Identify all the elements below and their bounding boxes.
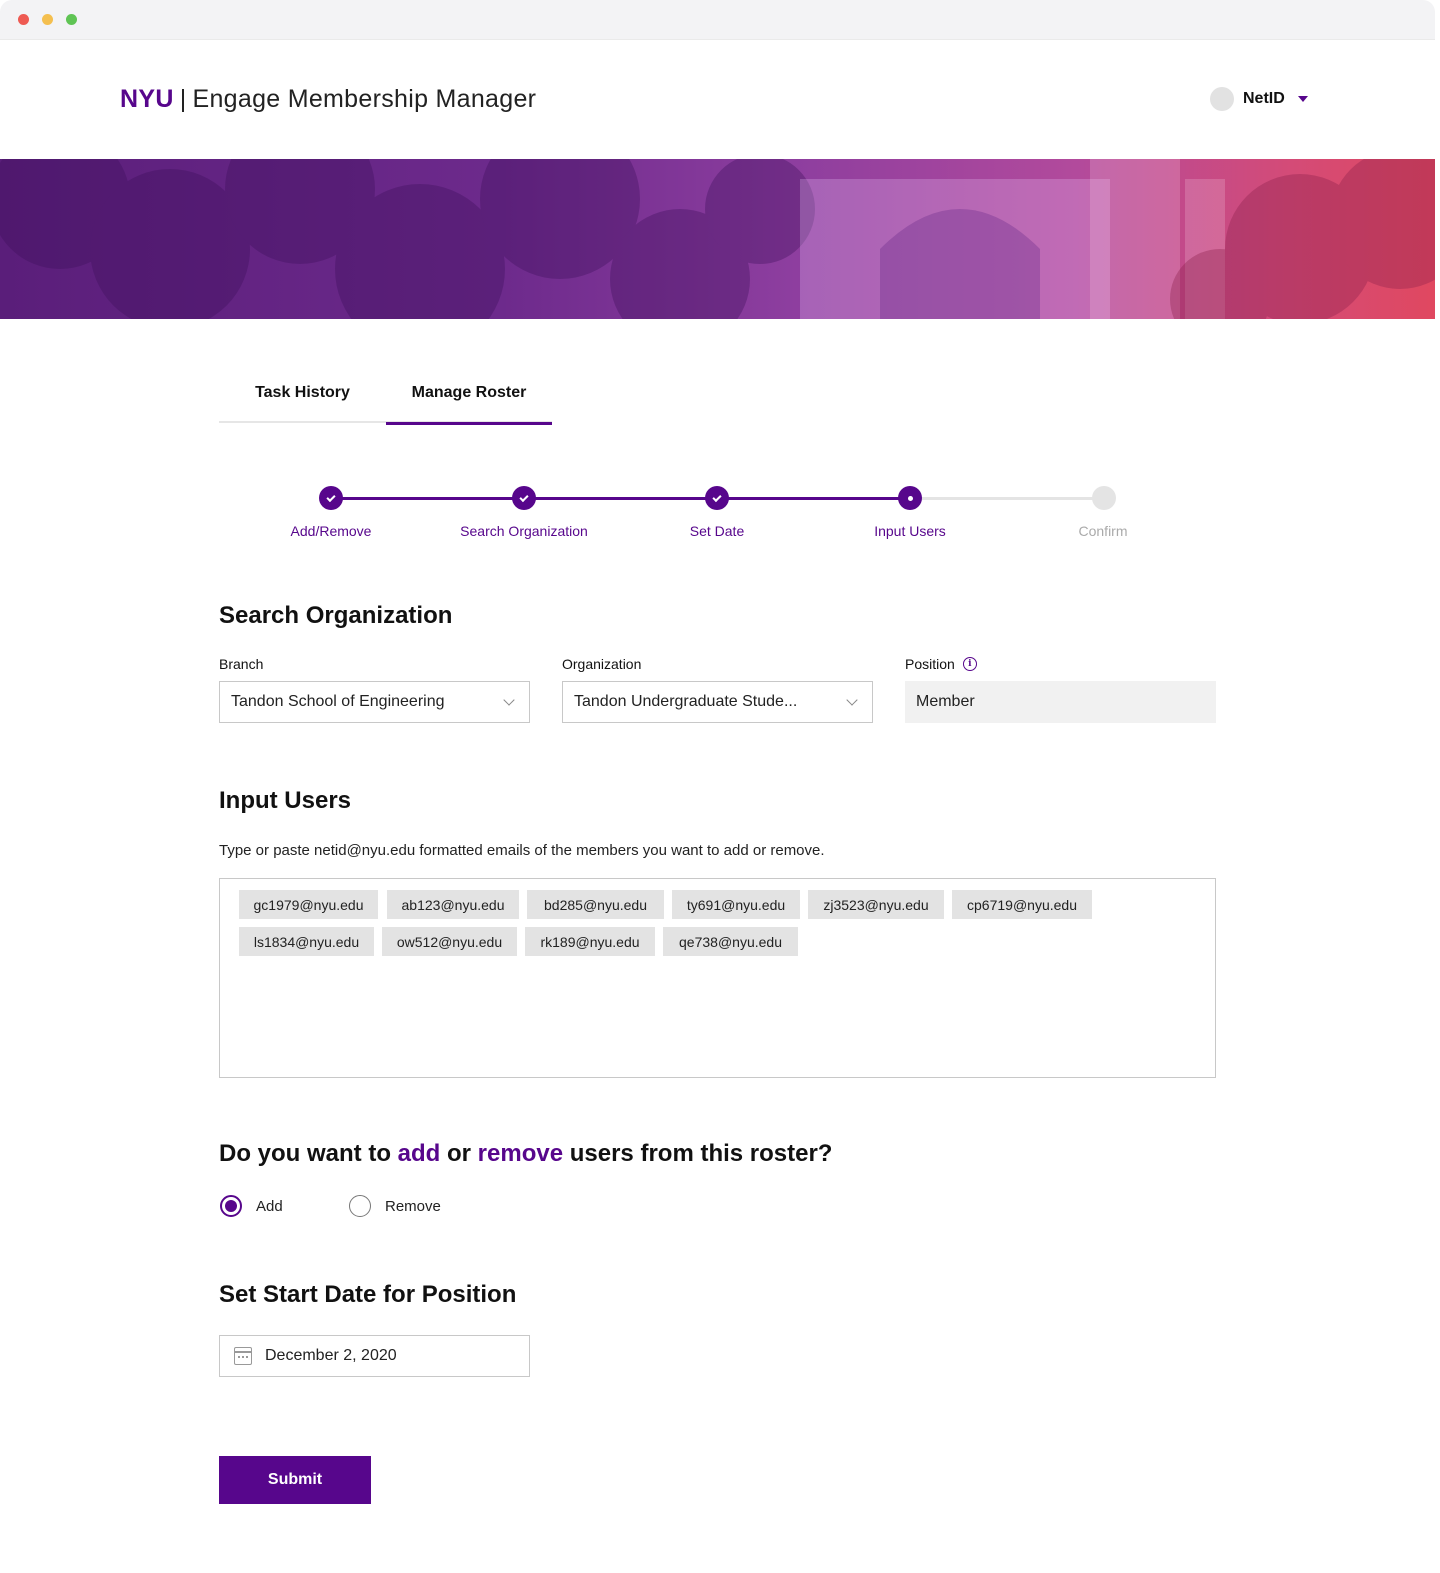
- banner-image: [0, 159, 1435, 319]
- tab-task-history[interactable]: Task History: [219, 363, 386, 423]
- app-header: NYU | Engage Membership Manager NetID: [0, 40, 1435, 159]
- main-tabs: Task History Manage Roster: [219, 363, 552, 425]
- email-tag[interactable]: zj3523@nyu.edu: [808, 890, 944, 919]
- radio-remove[interactable]: Remove: [349, 1195, 441, 1217]
- app-title: Engage Membership Manager: [192, 85, 537, 113]
- calendar-icon: [234, 1347, 252, 1365]
- email-tag[interactable]: rk189@nyu.edu: [525, 927, 655, 956]
- position-value: Member: [916, 693, 975, 710]
- brand-separator: |: [179, 85, 187, 113]
- email-tag[interactable]: ow512@nyu.edu: [382, 927, 517, 956]
- email-tag[interactable]: bd285@nyu.edu: [527, 890, 664, 919]
- stepper-progress-line: [331, 497, 910, 500]
- organization-label: Organization: [562, 656, 642, 672]
- submit-button[interactable]: Submit: [219, 1456, 371, 1504]
- radio-checked-icon: [220, 1195, 242, 1217]
- radio-unchecked-icon: [349, 1195, 371, 1217]
- minimize-window-button[interactable]: [42, 14, 53, 25]
- step-confirm-pending-icon: [1092, 486, 1116, 510]
- organization-select[interactable]: Tandon Undergraduate Stude...: [562, 681, 873, 723]
- email-tag[interactable]: gc1979@nyu.edu: [239, 890, 378, 919]
- step-label-add-remove: Add/Remove: [290, 523, 372, 539]
- step-label-set-date: Set Date: [689, 523, 745, 539]
- info-icon[interactable]: i: [962, 657, 977, 671]
- radio-remove-label: Remove: [385, 1197, 441, 1215]
- chevron-down-icon: [503, 694, 515, 706]
- email-tag-input[interactable]: gc1979@nyu.edu ab123@nyu.edu bd285@nyu.e…: [219, 878, 1216, 1078]
- tab-manage-roster[interactable]: Manage Roster: [386, 363, 552, 425]
- email-tag[interactable]: ab123@nyu.edu: [387, 890, 519, 919]
- step-label-confirm: Confirm: [1078, 523, 1128, 539]
- caret-down-icon: [1297, 96, 1308, 102]
- search-organization-heading: Search Organization: [219, 602, 453, 629]
- branch-select-value: Tandon School of Engineering: [231, 693, 445, 710]
- organization-select-value: Tandon Undergraduate Stude...: [574, 693, 798, 710]
- chevron-down-icon: [846, 694, 858, 706]
- maximize-window-button[interactable]: [66, 14, 77, 25]
- stepper-remaining-line: [910, 497, 1104, 500]
- avatar: [1210, 87, 1234, 111]
- email-tag[interactable]: qe738@nyu.edu: [663, 927, 798, 956]
- close-window-button[interactable]: [18, 14, 29, 25]
- email-tag[interactable]: ls1834@nyu.edu: [239, 927, 374, 956]
- start-date-value: December 2, 2020: [265, 1347, 397, 1364]
- position-field: Member: [905, 681, 1216, 723]
- email-tag[interactable]: ty691@nyu.edu: [672, 890, 800, 919]
- input-users-heading: Input Users: [219, 787, 352, 814]
- user-menu[interactable]: NetID: [1210, 87, 1308, 111]
- start-date-heading: Set Start Date for Position: [219, 1281, 517, 1308]
- user-netid-label: NetID: [1243, 90, 1285, 107]
- app-brand[interactable]: NYU | Engage Membership Manager: [120, 85, 536, 114]
- window-titlebar: [0, 0, 1435, 40]
- browser-window: NYU | Engage Membership Manager NetID Ta…: [0, 0, 1435, 1573]
- hero-banner: [0, 159, 1435, 319]
- step-label-input-users: Input Users: [874, 523, 946, 539]
- step-label-search-organization: Search Organization: [460, 523, 588, 539]
- position-label: Position i: [905, 656, 977, 672]
- radio-add-label: Add: [256, 1197, 283, 1215]
- email-tag[interactable]: cp6719@nyu.edu: [952, 890, 1092, 919]
- step-input-users-current-icon: [898, 486, 922, 510]
- nyu-logo-text: NYU: [120, 85, 174, 113]
- step-search-org-check-icon: [512, 486, 536, 510]
- step-set-date-check-icon: [705, 486, 729, 510]
- radio-add[interactable]: Add: [220, 1195, 283, 1217]
- progress-stepper: Add/Remove Search Organization Set Date …: [219, 480, 1219, 560]
- step-add-remove-check-icon: [319, 486, 343, 510]
- start-date-field[interactable]: December 2, 2020: [219, 1335, 530, 1377]
- branch-label: Branch: [219, 656, 264, 672]
- input-users-instructions: Type or paste netid@nyu.edu formatted em…: [219, 842, 825, 859]
- branch-select[interactable]: Tandon School of Engineering: [219, 681, 530, 723]
- add-remove-question: Do you want to add or remove users from …: [219, 1140, 833, 1167]
